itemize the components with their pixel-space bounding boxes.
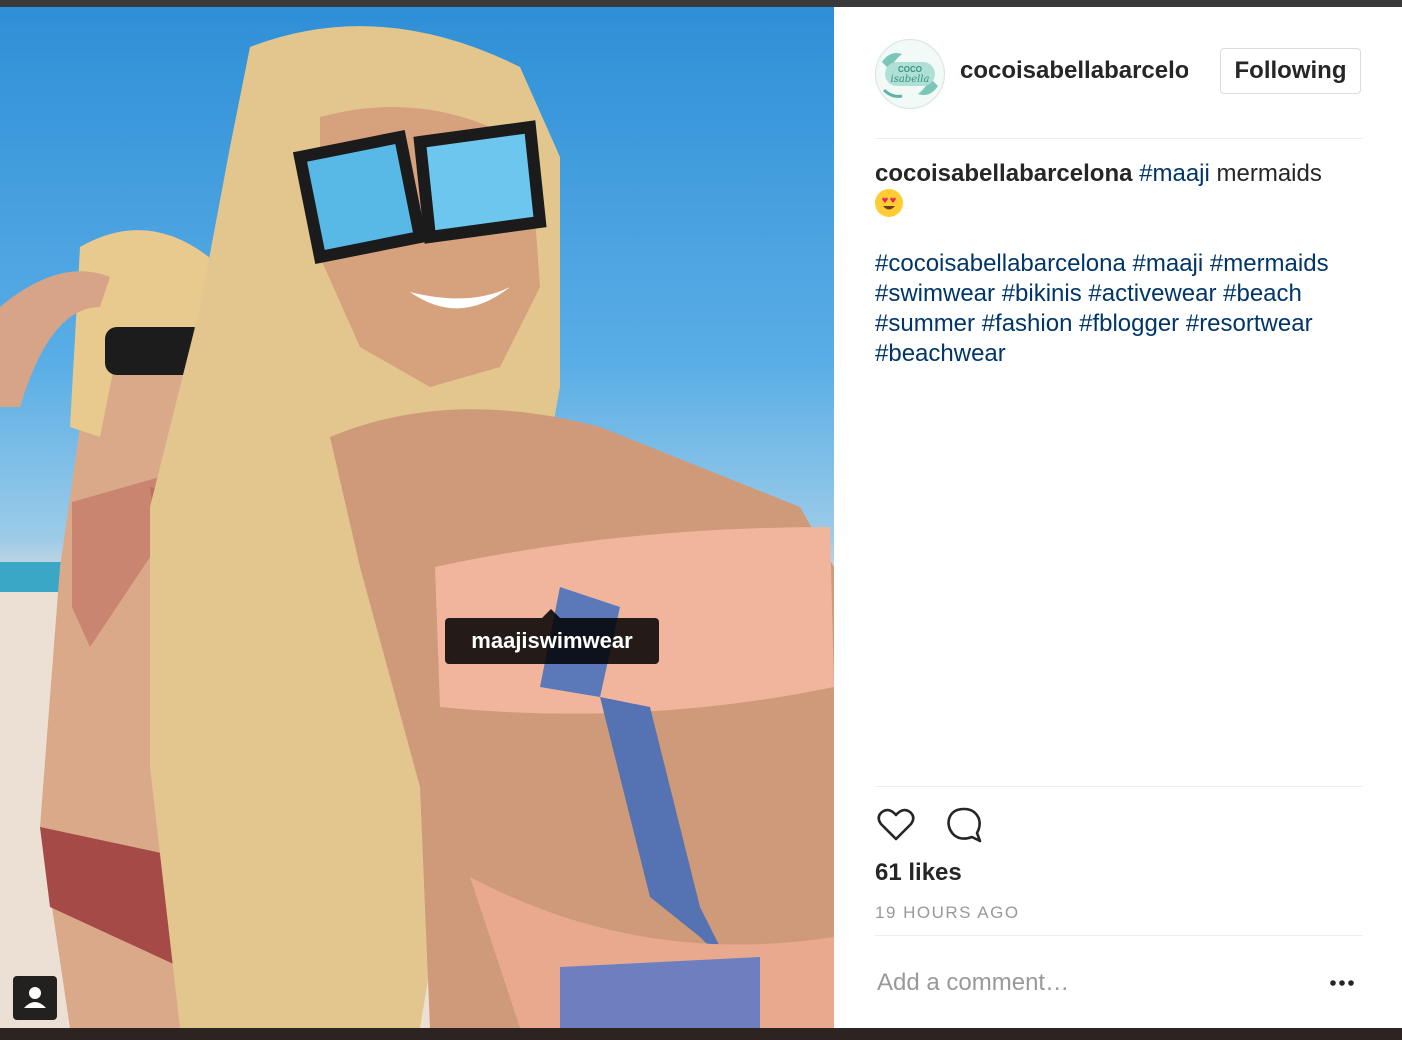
heart-eyes-emoji <box>875 188 903 217</box>
comment-icon <box>947 807 982 843</box>
header-divider <box>875 138 1363 139</box>
actions-divider <box>875 786 1363 787</box>
avatar-logo: COCO isabella <box>877 41 943 107</box>
post-timestamp[interactable]: 19 HOURS AGO <box>875 903 1020 923</box>
person-icon <box>24 987 46 1008</box>
heart-icon <box>877 808 915 841</box>
photo-illustration <box>0 26 834 1028</box>
avatar-text-script: isabella <box>891 74 930 85</box>
following-button[interactable]: Following <box>1220 48 1361 94</box>
post-detail-panel: COCO isabella cocoisabellabarcelona Foll… <box>834 7 1402 1028</box>
caption-hashtag[interactable]: #maaji <box>1139 160 1210 187</box>
window-top-bar <box>0 0 1402 7</box>
caption: cocoisabellabarcelona #maaji mermaids <box>875 159 1365 219</box>
likes-count[interactable]: 61 likes <box>875 859 962 887</box>
post-photo[interactable]: maajiswimwear <box>0 7 834 1028</box>
caption-text: mermaids <box>1216 160 1322 187</box>
user-tag-button[interactable] <box>13 976 57 1020</box>
avatar[interactable]: COCO isabella <box>875 39 945 109</box>
more-options-button[interactable] <box>1324 969 1360 997</box>
comment-input[interactable] <box>875 965 1309 1001</box>
username-link[interactable]: cocoisabellabarcelona <box>960 57 1188 89</box>
caption-hashtags[interactable]: #cocoisabellabarcelona #maaji #mermaids … <box>875 249 1375 369</box>
like-button[interactable] <box>875 804 917 846</box>
more-options-icon <box>1330 980 1354 986</box>
comment-divider <box>875 935 1363 936</box>
avatar-text-top: COCO <box>898 65 922 74</box>
comment-button[interactable] <box>943 804 985 846</box>
background-strip <box>0 1028 1402 1040</box>
product-tag[interactable]: maajiswimwear <box>445 609 659 664</box>
caption-author[interactable]: cocoisabellabarcelona <box>875 160 1132 187</box>
